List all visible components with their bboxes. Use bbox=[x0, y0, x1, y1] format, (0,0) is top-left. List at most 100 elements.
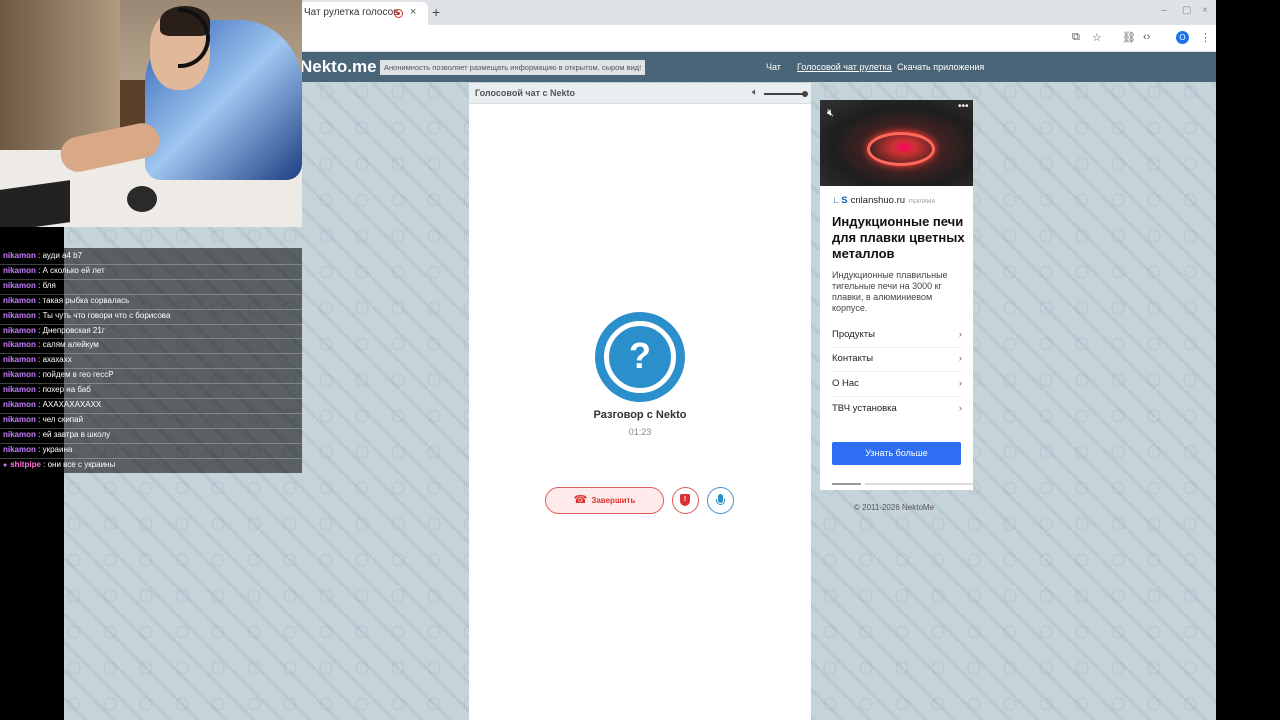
chat-message: : АХАХАХАХАХХ bbox=[35, 400, 102, 409]
hang-up-icon: ☎ bbox=[573, 494, 588, 506]
chat-username: nikamon bbox=[3, 444, 36, 454]
chat-username: nikamon bbox=[3, 310, 36, 320]
ad-description: Индукционные плавильные тигельные печи н… bbox=[832, 270, 948, 313]
ad-source[interactable]: ∟S cnlanshuo.ru РЕКЛАМА bbox=[832, 195, 935, 206]
menu-dots-icon[interactable]: ⋮ bbox=[1200, 31, 1211, 44]
stream-chat-line: nikamon : бля bbox=[3, 281, 56, 295]
chat-message: : ей завтра в школу bbox=[35, 429, 111, 439]
chat-separator bbox=[0, 263, 302, 265]
chat-separator bbox=[0, 338, 302, 340]
stream-chat-line: nikamon : похер на баб bbox=[3, 385, 91, 399]
install-app-icon[interactable]: ⧉ bbox=[1072, 31, 1080, 44]
anonymity-note: Анонимность позволяет размещать информац… bbox=[380, 60, 646, 75]
stream-chat-line: nikamon : АХАХАХАХАХХ bbox=[3, 400, 101, 414]
nav-chat[interactable]: Чат bbox=[766, 62, 781, 72]
copyright: © 2011-2026 NektoMe bbox=[854, 503, 935, 512]
ad-link-products[interactable]: Продукты › bbox=[832, 324, 962, 348]
ad-options-icon[interactable]: ••• bbox=[958, 101, 969, 112]
chat-message: : чел скипай bbox=[35, 414, 84, 424]
stream-chat-line: nikamon : Днепровская 21г bbox=[3, 326, 105, 340]
mute-icon[interactable]: 🔇︎ bbox=[827, 107, 834, 120]
ad-link-label: О Нас bbox=[832, 378, 859, 389]
chat-username: nikamon bbox=[3, 429, 36, 439]
shield-icon: ! bbox=[680, 494, 690, 506]
tab-title: Чат рулетка голосов bbox=[304, 7, 399, 18]
chat-username: nikamon bbox=[3, 280, 36, 290]
recording-icon bbox=[394, 9, 403, 18]
site-logo[interactable]: Nekto.me bbox=[300, 57, 377, 77]
furnace-ring bbox=[867, 132, 935, 166]
volume-knob[interactable] bbox=[802, 91, 808, 97]
nav-voice-chat[interactable]: Голосовой чат рулетка bbox=[797, 62, 892, 72]
chat-message: : ахахахх bbox=[35, 355, 72, 365]
ad-progress-segment bbox=[944, 483, 973, 485]
ad-title[interactable]: Индукционные печи для плавки цветных мет… bbox=[832, 214, 967, 262]
microphone-stand bbox=[716, 499, 725, 505]
learn-more-button[interactable]: Узнать больше bbox=[832, 442, 961, 465]
chat-separator bbox=[0, 457, 302, 459]
ad-link-label: ТВЧ установка bbox=[832, 403, 897, 414]
end-call-label: Завершить bbox=[591, 496, 636, 505]
stream-chat-line: nikamon : ауди а4 b7 bbox=[3, 251, 82, 265]
call-timer: 01:23 bbox=[628, 427, 652, 437]
microphone-button[interactable] bbox=[707, 487, 734, 514]
stream-chat-line: nikamon : украина bbox=[3, 445, 72, 459]
advertiser-logo-icon: ∟S bbox=[832, 195, 848, 206]
new-tab-button[interactable]: + bbox=[432, 4, 440, 20]
ad-progress-segment bbox=[892, 483, 921, 485]
stream-chat-line: ● shitpipe : они все с украины bbox=[3, 460, 115, 474]
chat-separator bbox=[0, 442, 302, 444]
nav-download-apps[interactable]: Скачать приложения bbox=[897, 62, 984, 72]
chat-username: nikamon bbox=[3, 355, 36, 365]
ad-progress-segment bbox=[918, 483, 947, 485]
close-window-button[interactable]: × bbox=[1202, 5, 1208, 16]
ad-panel[interactable]: 🔇︎ ••• ∟S cnlanshuo.ru РЕКЛАМА Индукционны… bbox=[820, 100, 973, 490]
chat-message: : А сколько ей лет bbox=[35, 265, 105, 275]
ad-link-about[interactable]: О Нас › bbox=[832, 373, 962, 397]
ad-image[interactable]: 🔇︎ ••• bbox=[820, 100, 973, 186]
report-button[interactable]: ! bbox=[672, 487, 699, 514]
voice-chat-panel: Голосовой чат с Nekto 🔈︎ ? Разговор с Ne… bbox=[469, 83, 811, 720]
chat-separator bbox=[0, 323, 302, 325]
stream-chat-line: nikamon : А сколько ей лет bbox=[3, 266, 105, 280]
chat-separator bbox=[0, 293, 302, 295]
chevron-right-icon: › bbox=[958, 403, 962, 414]
link-icon[interactable]: ⛓ bbox=[1122, 31, 1136, 44]
conversation-title: Разговор с Nekto bbox=[593, 409, 687, 421]
chevron-right-icon: › bbox=[958, 378, 962, 389]
ad-label: РЕКЛАМА bbox=[909, 199, 936, 205]
code-icon[interactable]: ‹› bbox=[1143, 31, 1150, 43]
chevron-right-icon: › bbox=[958, 329, 962, 340]
panel-header: Голосовой чат с Nekto 🔈︎ bbox=[469, 83, 811, 104]
webcam-mouse bbox=[127, 186, 157, 212]
browser-tab[interactable]: Чат рулетка голосов × bbox=[298, 2, 428, 25]
chevron-right-icon: › bbox=[958, 353, 962, 364]
volume-icon[interactable]: 🔈︎ bbox=[752, 87, 758, 98]
ad-link-hf-installation[interactable]: ТВЧ установка › bbox=[832, 398, 962, 422]
profile-avatar[interactable]: O bbox=[1176, 31, 1189, 44]
bookmark-star-icon[interactable]: ☆ bbox=[1092, 31, 1102, 44]
chat-message: : пойдем в гео гессР bbox=[35, 370, 114, 380]
end-call-button[interactable]: ☎ Завершить bbox=[545, 487, 664, 514]
ad-link-label: Контакты bbox=[832, 353, 874, 364]
chat-username: nikamon bbox=[3, 385, 36, 395]
volume-slider[interactable] bbox=[764, 91, 808, 97]
stream-chat-line: nikamon : чел скипай bbox=[3, 415, 83, 429]
maximize-button[interactable]: ▢ bbox=[1182, 5, 1191, 16]
chat-username: nikamon bbox=[3, 295, 36, 305]
chat-separator bbox=[0, 412, 302, 414]
webcam-wall bbox=[0, 0, 120, 150]
minimize-button[interactable]: – bbox=[1161, 5, 1167, 16]
ad-link-contacts[interactable]: Контакты › bbox=[832, 348, 962, 372]
close-tab-icon[interactable]: × bbox=[410, 6, 416, 18]
chat-separator bbox=[0, 353, 302, 355]
chat-separator bbox=[0, 383, 302, 385]
chat-separator bbox=[0, 278, 302, 280]
chat-separator bbox=[0, 398, 302, 399]
chat-username: shitpipe bbox=[10, 459, 41, 469]
ad-link-label: Продукты bbox=[832, 329, 875, 340]
stream-chat-line: nikamon : Ты чуть что говори что с борис… bbox=[3, 311, 170, 325]
partner-avatar: ? bbox=[595, 312, 685, 402]
user-badge-icon: ● bbox=[3, 461, 8, 469]
chat-username: nikamon bbox=[3, 370, 36, 380]
